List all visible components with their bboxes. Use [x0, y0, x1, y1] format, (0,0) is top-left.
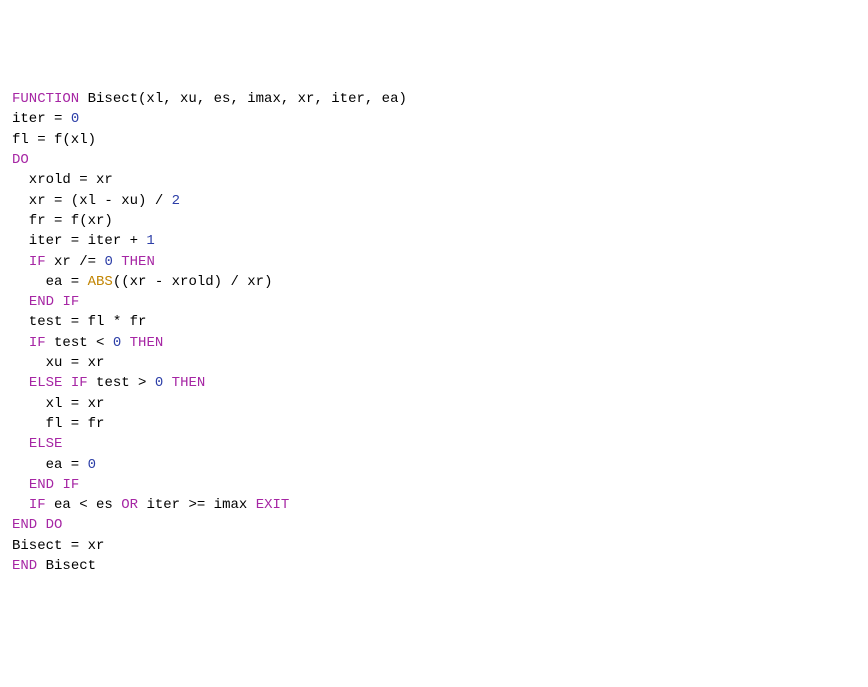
code-text	[163, 375, 171, 391]
code-line: END Bisect	[12, 556, 856, 576]
keyword: DO	[12, 152, 29, 168]
number: 0	[104, 254, 112, 270]
code-line: IF xr /= 0 THEN	[12, 252, 856, 272]
code-line: test = fl * fr	[12, 312, 856, 332]
code-line: ELSE	[12, 434, 856, 454]
code-text: ea =	[12, 274, 88, 290]
code-line: fl = f(xl)	[12, 130, 856, 150]
code-text: iter = iter +	[12, 233, 146, 249]
number: 0	[88, 457, 96, 473]
code-line: iter = iter + 1	[12, 231, 856, 251]
code-text	[62, 375, 70, 391]
code-text: ea =	[12, 457, 88, 473]
keyword: END	[12, 558, 37, 574]
code-text: xu = xr	[12, 355, 104, 371]
code-text: iter =	[12, 111, 71, 127]
code-text: xrold = xr	[12, 172, 113, 188]
code-line: xl = xr	[12, 394, 856, 414]
code-text	[12, 477, 29, 493]
code-block: FUNCTION Bisect(xl, xu, es, imax, xr, it…	[12, 89, 856, 576]
keyword: DO	[46, 517, 63, 533]
code-text	[12, 497, 29, 513]
number: 0	[155, 375, 163, 391]
code-line: xr = (xl - xu) / 2	[12, 191, 856, 211]
keyword: ELSE	[29, 375, 63, 391]
code-text: Bisect = xr	[12, 538, 104, 554]
code-text: fl = f(xl)	[12, 132, 96, 148]
keyword: THEN	[130, 335, 164, 351]
keyword: EXIT	[256, 497, 290, 513]
code-text	[12, 254, 29, 270]
code-line: xu = xr	[12, 353, 856, 373]
code-line: fl = fr	[12, 414, 856, 434]
keyword: IF	[62, 477, 79, 493]
keyword: IF	[62, 294, 79, 310]
keyword: END	[29, 294, 54, 310]
code-text: xl = xr	[12, 396, 104, 412]
keyword: IF	[71, 375, 88, 391]
number: 0	[113, 335, 121, 351]
code-line: ea = 0	[12, 455, 856, 475]
keyword: THEN	[172, 375, 206, 391]
code-line: ea = ABS((xr - xrold) / xr)	[12, 272, 856, 292]
code-text	[12, 436, 29, 452]
keyword: OR	[121, 497, 138, 513]
code-line: FUNCTION Bisect(xl, xu, es, imax, xr, it…	[12, 89, 856, 109]
code-text: fl = fr	[12, 416, 104, 432]
code-text: iter >= imax	[138, 497, 256, 513]
code-text: ea < es	[46, 497, 122, 513]
code-line: ELSE IF test > 0 THEN	[12, 373, 856, 393]
code-text	[113, 254, 121, 270]
code-line: END IF	[12, 475, 856, 495]
keyword: END	[12, 517, 37, 533]
code-text: xr /=	[46, 254, 105, 270]
keyword: IF	[29, 497, 46, 513]
keyword: IF	[29, 254, 46, 270]
code-line: END DO	[12, 515, 856, 535]
code-text: fr = f(xr)	[12, 213, 113, 229]
code-line: IF test < 0 THEN	[12, 333, 856, 353]
code-line: IF ea < es OR iter >= imax EXIT	[12, 495, 856, 515]
code-text	[12, 375, 29, 391]
number: 2	[172, 193, 180, 209]
code-text	[37, 517, 45, 533]
code-line: END IF	[12, 292, 856, 312]
keyword: IF	[29, 335, 46, 351]
number: 0	[71, 111, 79, 127]
keyword: THEN	[121, 254, 155, 270]
code-text	[12, 335, 29, 351]
code-text: test >	[88, 375, 155, 391]
keyword: FUNCTION	[12, 91, 79, 107]
code-line: iter = 0	[12, 109, 856, 129]
code-line: Bisect = xr	[12, 536, 856, 556]
code-text: Bisect	[37, 558, 96, 574]
code-text: xr = (xl - xu) /	[12, 193, 172, 209]
code-line: DO	[12, 150, 856, 170]
code-text: ((xr - xrold) / xr)	[113, 274, 273, 290]
keyword: ELSE	[29, 436, 63, 452]
code-text	[121, 335, 129, 351]
code-line: fr = f(xr)	[12, 211, 856, 231]
keyword: END	[29, 477, 54, 493]
code-line: xrold = xr	[12, 170, 856, 190]
code-text: test = fl * fr	[12, 314, 146, 330]
number: 1	[146, 233, 154, 249]
code-text	[12, 294, 29, 310]
code-text: Bisect(xl, xu, es, imax, xr, iter, ea)	[79, 91, 407, 107]
code-text: test <	[46, 335, 113, 351]
builtin-fn: ABS	[88, 274, 113, 290]
